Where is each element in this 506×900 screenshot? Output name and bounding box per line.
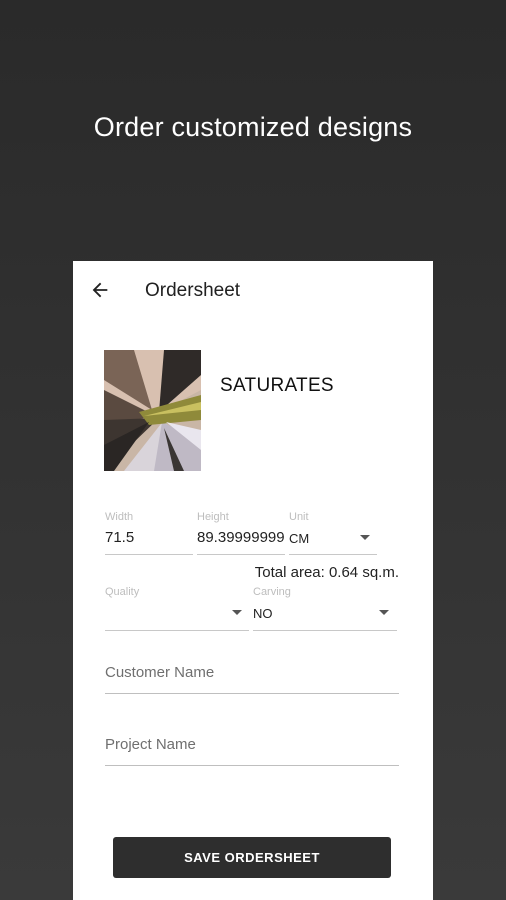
unit-value: CM: [289, 531, 310, 546]
height-value[interactable]: 89.39999999: [197, 529, 285, 546]
quality-dropdown[interactable]: Quality: [105, 586, 249, 631]
project-name-underline: [105, 765, 399, 766]
height-underline: [197, 554, 285, 555]
project-name-placeholder: Project Name: [105, 736, 196, 753]
width-underline: [105, 554, 193, 555]
promo-headline: Order customized designs: [93, 112, 413, 142]
product-name: SATURATES: [220, 375, 334, 396]
carving-label: Carving: [253, 586, 291, 598]
height-label: Height: [197, 511, 229, 523]
width-value[interactable]: 71.5: [105, 529, 193, 546]
total-area-text: Total area: 0.64 sq.m.: [254, 564, 399, 581]
customer-name-field[interactable]: Customer Name: [105, 658, 399, 694]
project-name-field[interactable]: Project Name: [105, 730, 399, 766]
app-bar: Ordersheet: [73, 261, 433, 319]
chevron-down-icon: [379, 610, 389, 615]
height-field[interactable]: Height 89.39999999: [197, 511, 285, 555]
unit-dropdown[interactable]: Unit CM: [289, 511, 377, 555]
width-label: Width: [105, 511, 134, 523]
unit-underline: [289, 554, 377, 555]
chevron-down-icon: [360, 535, 370, 540]
customer-name-underline: [105, 693, 399, 694]
chevron-down-icon: [232, 610, 242, 615]
carving-value: NO: [253, 606, 273, 621]
carving-dropdown[interactable]: Carving NO: [253, 586, 397, 631]
product-thumbnail: [104, 350, 201, 471]
quality-label: Quality: [105, 586, 140, 598]
page-title: Ordersheet: [145, 280, 241, 301]
ordersheet-screen: Ordersheet SATURATES Width 71.5 Height 8…: [73, 261, 433, 900]
quality-underline: [105, 630, 249, 631]
customer-name-placeholder: Customer Name: [105, 664, 215, 681]
save-ordersheet-button[interactable]: SAVE ORDERSHEET: [113, 837, 391, 878]
arrow-left-icon[interactable]: [89, 279, 111, 301]
carving-underline: [253, 630, 397, 631]
width-field[interactable]: Width 71.5: [105, 511, 193, 555]
unit-label: Unit: [289, 511, 309, 523]
